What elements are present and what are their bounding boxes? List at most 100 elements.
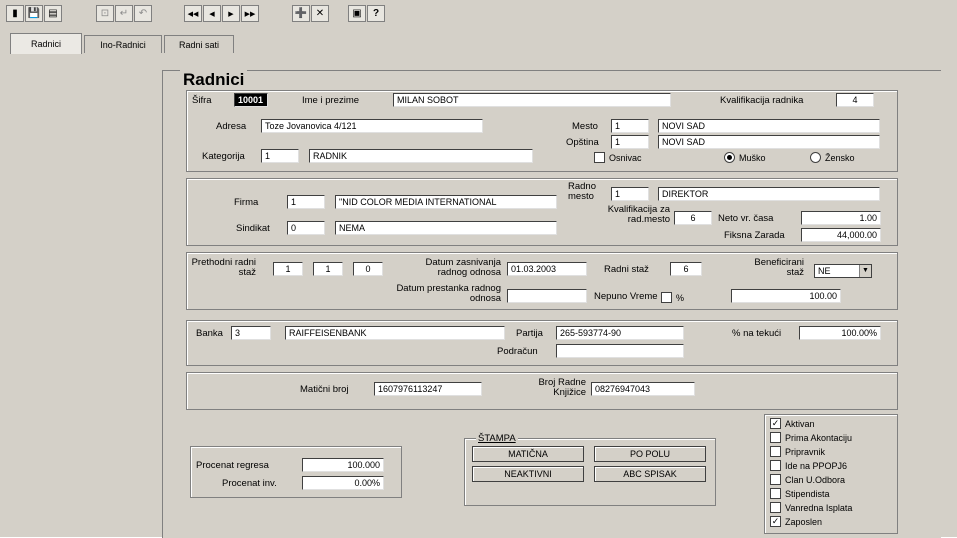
delete-record-icon[interactable]: ✕ — [311, 5, 329, 22]
maticni-broj-field[interactable]: 1607976113247 — [374, 382, 482, 396]
kvalifikacija-label: Kvalifikacija radnika — [720, 95, 804, 106]
zaposlen-label: Zaposlen — [785, 516, 823, 527]
radni-staz-label: Radni staž — [604, 264, 649, 275]
opstina-code-field[interactable]: 1 — [611, 135, 649, 149]
adresa-field[interactable]: Toze Jovanovica 4/121 — [261, 119, 483, 133]
firma-code-field[interactable]: 1 — [287, 195, 325, 209]
prima-akontaciju-checkbox[interactable]: Prima Akontaciju — [770, 432, 852, 443]
beneficirani-value: NE — [818, 266, 831, 276]
enter-icon[interactable]: ↵ — [115, 5, 133, 22]
broj-knjizice-field[interactable]: 08276947043 — [591, 382, 695, 396]
zenski-label: Žensko — [825, 152, 855, 163]
zaposlen-checkbox[interactable]: ✓ Zaposlen — [770, 516, 822, 527]
banka-label: Banka — [196, 328, 223, 339]
add-record-icon[interactable]: ➕ — [292, 5, 310, 22]
prev-record-icon[interactable]: ◀ — [203, 5, 221, 22]
fiksna-label: Fiksna Zarada — [724, 230, 785, 241]
next-record-icon[interactable]: ▶ — [222, 5, 240, 22]
undo-icon[interactable]: ↶ — [134, 5, 152, 22]
nepuno-vreme-box — [661, 292, 672, 303]
ime-field[interactable]: MILAN SOBOT — [393, 93, 671, 107]
vanredna-isplata-box — [770, 502, 781, 513]
kvalifikacija-rm-label: Kvalifikacija za rad.mesto — [607, 204, 670, 225]
kvalifikacija-rm-field[interactable]: 6 — [674, 211, 712, 225]
nepuno-vreme-label: Nepuno Vreme — [594, 291, 658, 302]
radno-mesto-code-field[interactable]: 1 — [611, 187, 649, 201]
adresa-label: Adresa — [216, 121, 247, 132]
check-icon: ✓ — [770, 418, 781, 429]
opstina-field[interactable]: NOVI SAD — [658, 135, 880, 149]
sindikat-field[interactable]: NEMA — [335, 221, 557, 235]
neaktivni-button[interactable]: NEAKTIVNI — [472, 466, 584, 482]
mesto-code-field[interactable]: 1 — [611, 119, 649, 133]
firma-label: Firma — [234, 197, 259, 208]
podracun-field[interactable] — [556, 344, 684, 358]
procenat-tekuci-label: % na tekući — [732, 328, 782, 339]
percent-label: % — [676, 292, 685, 303]
aktivan-checkbox[interactable]: ✓ Aktivan — [770, 418, 815, 429]
copy-icon[interactable]: ⊡ — [96, 5, 114, 22]
tab-radnici[interactable]: Radnici — [10, 33, 82, 54]
first-record-icon[interactable]: ◀◀ — [184, 5, 202, 22]
banka-field[interactable]: RAIFFEISENBANK — [285, 326, 505, 340]
pripravnik-label: Pripravnik — [785, 446, 826, 457]
stipendista-checkbox[interactable]: Stipendista — [770, 488, 830, 499]
clan-u-odbora-label: Clan U.Odbora — [785, 474, 846, 485]
sindikat-code-field[interactable]: 0 — [287, 221, 325, 235]
clan-u-odbora-checkbox[interactable]: Clan U.Odbora — [770, 474, 845, 485]
po-polu-button[interactable]: PO POLU — [594, 446, 706, 462]
prethodni-dani-field[interactable]: 0 — [353, 262, 383, 276]
broj-knjizice-label: Broj Radne Knjižice — [538, 377, 586, 398]
partija-label: Partija — [516, 328, 543, 339]
osnivac-checkbox[interactable]: Osnivac — [594, 152, 642, 163]
nepuno-vreme-checkbox[interactable]: % — [661, 292, 684, 303]
prethodni-godine-field[interactable]: 1 — [273, 262, 303, 276]
radni-staz-field[interactable]: 6 — [670, 262, 702, 276]
navigation-toolbar-group: ◀◀ ◀ ▶ ▶▶ — [184, 5, 259, 24]
mesto-field[interactable]: NOVI SAD — [658, 119, 880, 133]
procenat-regresa-field[interactable]: 100.000 — [302, 458, 384, 472]
procenat-regresa-label: Procenat regresa — [196, 460, 269, 471]
kategorija-code-field[interactable]: 1 — [261, 149, 299, 163]
zenski-radio-dot — [810, 152, 821, 163]
datum-prestanka-field[interactable] — [507, 289, 587, 303]
save-icon[interactable]: 💾 — [25, 5, 43, 22]
print-icon[interactable]: ▤ — [44, 5, 62, 22]
kvalifikacija-field[interactable]: 4 — [836, 93, 874, 107]
neto-field[interactable]: 1.00 — [801, 211, 881, 225]
datum-zasnivanja-field[interactable]: 01.03.2003 — [507, 262, 587, 276]
sifra-field[interactable]: 10001 — [234, 93, 268, 107]
procenat-inv-field[interactable]: 0.00% — [302, 476, 384, 490]
banka-code-field[interactable]: 3 — [231, 326, 271, 340]
exit-icon[interactable]: ▮ — [6, 5, 24, 22]
zenski-radio[interactable]: Žensko — [810, 152, 855, 163]
pripravnik-checkbox[interactable]: Pripravnik — [770, 446, 825, 457]
beneficirani-select[interactable]: NE ▼ — [814, 264, 872, 278]
osnivac-label: Osnivac — [609, 152, 642, 163]
datum-prestanka-label: Datum prestanka radnog odnosa — [396, 283, 501, 304]
firma-field[interactable]: "NID COLOR MEDIA INTERNATIONAL — [335, 195, 557, 209]
ime-label: Ime i prezime — [302, 95, 360, 106]
kategorija-field[interactable]: RADNIK — [309, 149, 533, 163]
last-record-icon[interactable]: ▶▶ — [241, 5, 259, 22]
help-icon[interactable]: ? — [367, 5, 385, 22]
tab-radni-sati[interactable]: Radni sati — [164, 35, 234, 53]
window-icon[interactable]: ▣ — [348, 5, 366, 22]
chevron-down-icon[interactable]: ▼ — [859, 265, 871, 277]
tab-ino-radnici[interactable]: Ino-Radnici — [84, 35, 162, 53]
maticna-button[interactable]: MATIČNA — [472, 446, 584, 462]
fiksna-field[interactable]: 44,000.00 — [801, 228, 881, 242]
nepuno-vreme-field[interactable]: 100.00 — [731, 289, 841, 303]
radno-mesto-field[interactable]: DIREKTOR — [658, 187, 880, 201]
aktivan-label: Aktivan — [785, 418, 815, 429]
muski-radio[interactable]: Muško — [724, 152, 766, 163]
procenat-tekuci-field[interactable]: 100.00% — [799, 326, 881, 340]
partija-field[interactable]: 265-593774-90 — [556, 326, 684, 340]
vanredna-isplata-checkbox[interactable]: Vanredna Isplata — [770, 502, 852, 513]
prethodni-meseci-field[interactable]: 1 — [313, 262, 343, 276]
ide-na-ppopj6-checkbox[interactable]: Ide na PPOPJ6 — [770, 460, 847, 471]
neto-label: Neto vr. časa — [718, 213, 774, 224]
abc-spisak-button[interactable]: ABC SPISAK — [594, 466, 706, 482]
osnivac-box — [594, 152, 605, 163]
procenat-inv-label: Procenat inv. — [222, 478, 277, 489]
